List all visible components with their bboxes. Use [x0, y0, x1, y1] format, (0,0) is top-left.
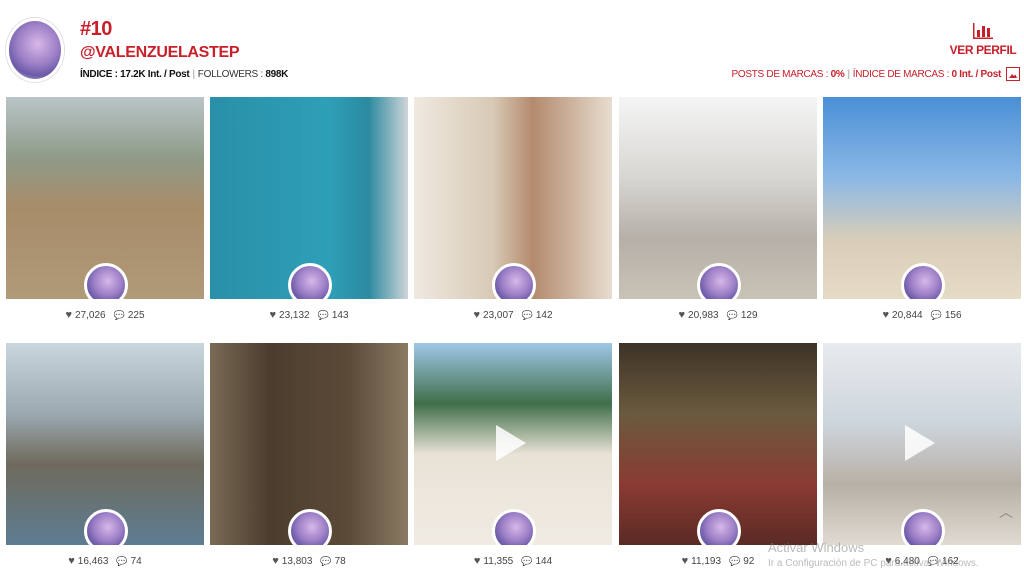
post-avatar — [901, 263, 945, 299]
comments-count: 92 — [743, 556, 755, 567]
likes-count: 20,844 — [892, 310, 923, 321]
play-icon[interactable] — [905, 425, 935, 461]
comment-icon: 💬 — [113, 310, 125, 320]
post-card[interactable] — [210, 97, 408, 299]
post-avatar — [697, 263, 741, 299]
post-metrics: ♥ 11,355 💬 144 — [414, 555, 612, 567]
windows-watermark-subtitle: Ir a Configuración de PC para activar Wi… — [768, 558, 979, 569]
post-card[interactable] — [414, 343, 612, 545]
post-metrics: ♥ 20,844 💬 156 — [823, 309, 1021, 321]
heart-icon: ♥ — [269, 309, 277, 321]
heart-icon: ♥ — [678, 309, 686, 321]
post-metrics: ♥ 20,983 💬 129 — [619, 309, 817, 321]
scroll-up-icon[interactable]: ︿ — [998, 504, 1014, 520]
post-metrics: ♥ 27,026 💬 225 — [6, 309, 204, 321]
comment-icon: 💬 — [317, 310, 329, 320]
comment-icon: 💬 — [521, 556, 533, 566]
post-avatar — [288, 263, 332, 299]
comments-count: 156 — [944, 310, 962, 321]
comment-icon: 💬 — [726, 310, 738, 320]
heart-icon: ♥ — [681, 555, 689, 567]
profile-stats: ÍNDICE : 17.2K Int. / Post | FOLLOWERS : 8… — [80, 69, 288, 80]
comments-count: 143 — [331, 310, 349, 321]
comments-count: 142 — [535, 310, 553, 321]
likes-count: 20,983 — [688, 310, 719, 321]
post-card[interactable] — [6, 97, 204, 299]
post-card[interactable] — [619, 343, 817, 545]
profile-header: #10 @VALENZUELASTEP ÍNDICE : 17.2K Int. … — [0, 0, 1024, 92]
likes-count: 27,026 — [75, 310, 106, 321]
rank-label: #10 — [80, 18, 112, 40]
ver-perfil-label: VER PERFIL — [949, 43, 1017, 57]
post-card[interactable] — [6, 343, 204, 545]
likes-count: 11,193 — [691, 556, 722, 567]
post-avatar — [84, 263, 128, 299]
comment-icon: 💬 — [930, 310, 942, 320]
bar-chart-icon — [973, 23, 993, 39]
post-avatar — [492, 509, 536, 545]
followers-label: FOLLOWERS : — [197, 69, 263, 80]
index-value: 17.2K Int. / Post — [120, 69, 190, 80]
post-avatar — [84, 509, 128, 545]
likes-count: 13,803 — [281, 556, 313, 567]
heart-icon: ♥ — [473, 555, 481, 567]
brand-posts-label: POSTS DE MARCAS : — [731, 68, 829, 80]
comments-count: 78 — [334, 556, 346, 567]
windows-watermark-title: Activar Windows — [768, 540, 865, 555]
brand-index-label: ÍNDICE DE MARCAS : — [852, 68, 950, 80]
index-label: ÍNDICE : — [80, 69, 118, 80]
post-card[interactable] — [414, 97, 612, 299]
ver-perfil-button[interactable]: VER PERFIL — [948, 22, 1018, 57]
post-card[interactable] — [823, 97, 1021, 299]
post-metrics: ♥ 23,132 💬 143 — [210, 309, 408, 321]
play-icon[interactable] — [496, 425, 526, 461]
likes-count: 11,355 — [483, 556, 514, 567]
brand-separator: | — [847, 68, 850, 80]
brand-stats: POSTS DE MARCAS : 0% | ÍNDICE DE MARCAS … — [732, 67, 1020, 81]
post-avatar — [492, 263, 536, 299]
comment-icon: 💬 — [729, 556, 741, 566]
heart-icon: ♥ — [473, 309, 481, 321]
comments-count: 144 — [535, 556, 553, 567]
post-metrics: ♥ 23,007 💬 142 — [414, 309, 612, 321]
post-avatar — [697, 509, 741, 545]
brand-index-value: 0 Int. / Post — [951, 68, 1002, 80]
comments-count: 129 — [740, 310, 758, 321]
brand-posts-value: 0% — [830, 68, 845, 80]
username-link[interactable]: @VALENZUELASTEP — [80, 44, 240, 62]
post-metrics: ♥ 13,803 💬 78 — [210, 555, 408, 567]
profile-avatar[interactable] — [6, 18, 64, 82]
followers-value: 898K — [265, 69, 289, 80]
post-card[interactable] — [619, 97, 817, 299]
post-card[interactable] — [210, 343, 408, 545]
likes-count: 23,132 — [279, 310, 310, 321]
comment-icon: 💬 — [320, 556, 332, 566]
heart-icon: ♥ — [65, 309, 73, 321]
heart-icon: ♥ — [68, 555, 75, 567]
comment-icon: 💬 — [521, 310, 533, 320]
heart-icon: ♥ — [272, 555, 279, 567]
heart-icon: ♥ — [882, 309, 890, 321]
comment-icon: 💬 — [116, 556, 128, 566]
post-avatar — [901, 509, 945, 545]
post-metrics: ♥ 16,463 💬 74 — [6, 555, 204, 567]
comments-count: 225 — [127, 310, 145, 321]
likes-count: 23,007 — [483, 310, 514, 321]
post-card[interactable] — [823, 343, 1021, 545]
image-icon[interactable] — [1006, 67, 1020, 81]
stats-separator: | — [192, 69, 195, 80]
comments-count: 74 — [130, 556, 142, 567]
likes-count: 16,463 — [77, 556, 109, 567]
post-avatar — [288, 509, 332, 545]
